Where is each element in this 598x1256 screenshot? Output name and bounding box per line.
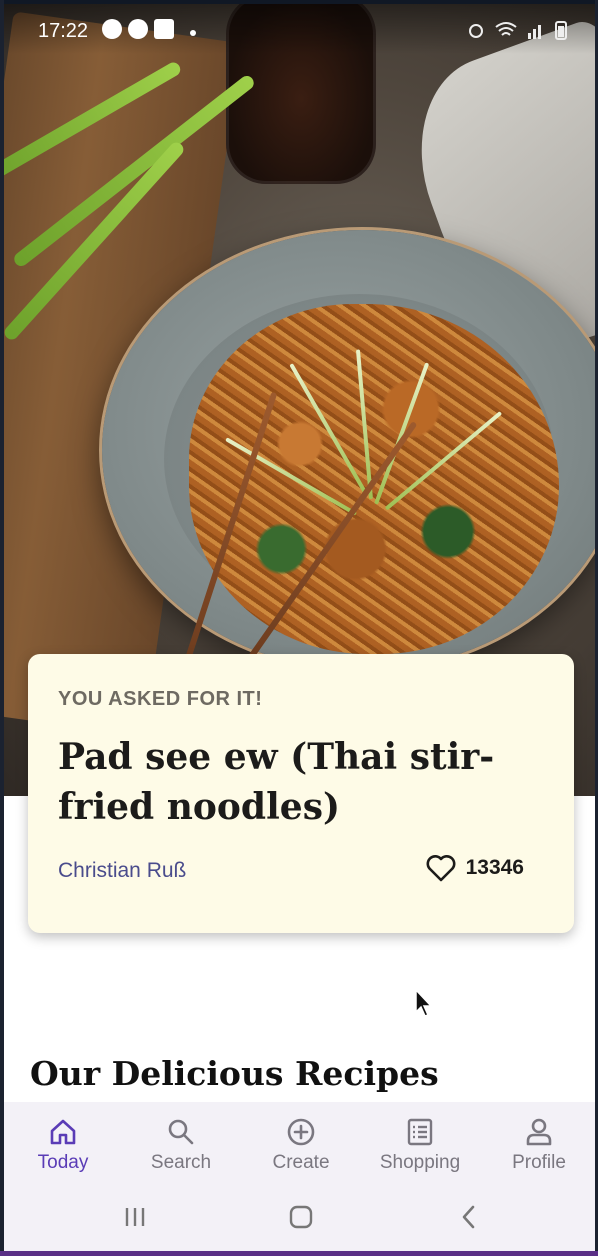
at-sign-icon	[128, 19, 148, 39]
nav-label-search: Search	[150, 1152, 212, 1173]
back-icon[interactable]	[456, 1204, 482, 1230]
search-icon	[168, 1119, 194, 1145]
nav-item-create[interactable]: Create	[246, 1116, 356, 1174]
recipe-title[interactable]: Pad see ew (Thai stir-fried noodles)	[58, 732, 528, 832]
like-count: 13346	[465, 856, 524, 879]
plus-circle-icon	[287, 1118, 315, 1146]
nav-label-today: Today	[37, 1152, 89, 1173]
nav-label-shopping: Shopping	[379, 1152, 461, 1173]
person-icon	[526, 1118, 552, 1146]
gallery-icon	[154, 19, 174, 39]
mouse-cursor-icon	[415, 988, 433, 1017]
status-bar: 17:22	[4, 4, 595, 54]
status-right-icons	[467, 20, 567, 40]
system-navigation-bar	[4, 1186, 595, 1251]
signal-icon	[528, 25, 541, 39]
featured-recipe-card[interactable]: YOU ASKED FOR IT! Pad see ew (Thai stir-…	[28, 654, 574, 933]
like-button[interactable]: 13346	[426, 854, 524, 882]
list-icon	[407, 1118, 433, 1146]
card-kicker: YOU ASKED FOR IT!	[58, 688, 263, 710]
home-icon	[50, 1119, 76, 1145]
device-frame-bottom	[0, 1251, 598, 1256]
nav-label-profile: Profile	[512, 1152, 566, 1173]
nav-item-profile[interactable]: Profile	[484, 1116, 594, 1174]
wifi-icon	[495, 22, 517, 36]
device-frame-left	[0, 0, 4, 1256]
alarm-icon	[469, 24, 483, 38]
device-frame-top	[0, 0, 598, 4]
nav-label-create: Create	[272, 1152, 330, 1173]
author-link[interactable]: Christian Ruß	[58, 859, 186, 883]
bottom-navigation: Today Search Create Shopping Profile	[4, 1102, 595, 1186]
section-title: Our Delicious Recipes	[30, 1054, 439, 1093]
recent-apps-icon[interactable]	[122, 1204, 148, 1230]
nav-item-search[interactable]: Search	[126, 1116, 236, 1174]
nav-item-shopping[interactable]: Shopping	[365, 1116, 475, 1174]
dot-icon	[190, 30, 196, 36]
home-button-icon[interactable]	[288, 1204, 314, 1230]
nav-item-today[interactable]: Today	[8, 1116, 118, 1174]
messenger-icon	[102, 19, 122, 39]
battery-icon	[555, 21, 567, 40]
heart-outline-icon	[426, 855, 456, 882]
status-time: 17:22	[38, 20, 89, 42]
